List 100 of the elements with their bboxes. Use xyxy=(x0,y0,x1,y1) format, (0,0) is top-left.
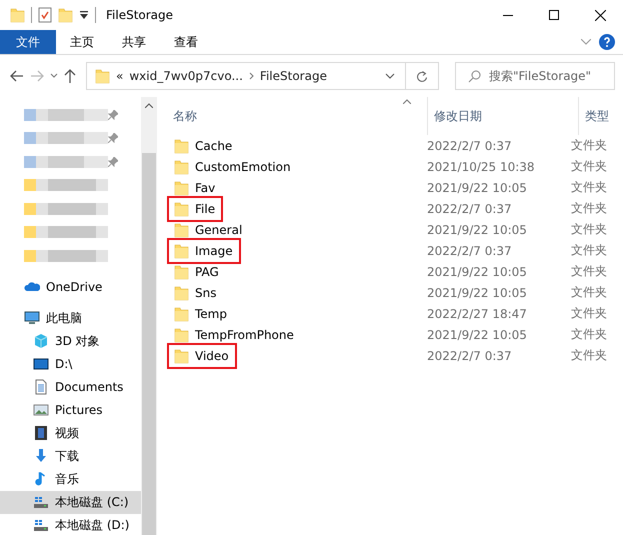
computer-icon xyxy=(24,310,40,326)
sidebar-label: 音乐 xyxy=(55,470,79,488)
scroll-up-icon[interactable] xyxy=(145,103,153,108)
sidebar-item[interactable]: 本地磁盘 (C:) xyxy=(0,490,141,514)
date-cell-text: 2021/9/22 10:05 xyxy=(427,222,528,236)
ribbon-tab[interactable]: 共享 xyxy=(108,30,160,54)
sidebar-item[interactable]: Documents xyxy=(0,376,141,399)
date-cell-text: 2022/2/7 0:37 xyxy=(427,138,513,152)
blurred-item[interactable] xyxy=(24,179,108,192)
file-name[interactable]: Cache xyxy=(195,138,232,152)
help-icon[interactable] xyxy=(599,34,615,50)
date-cell-text: 2021/9/22 10:05 xyxy=(427,328,528,342)
blurred-item[interactable] xyxy=(24,156,108,168)
type-cell: 文件夹 xyxy=(571,179,607,196)
column-header[interactable]: 修改日期 xyxy=(427,97,578,135)
type-cell: 文件夹 xyxy=(571,284,607,301)
back-arrow-icon[interactable] xyxy=(10,70,24,82)
pin-icon xyxy=(108,110,118,120)
ribbon-tab[interactable]: 文件 xyxy=(0,30,56,54)
cube-icon xyxy=(33,333,49,350)
sidebar-label: D:\ xyxy=(55,357,72,372)
breadcrumb-chevron-icon[interactable] xyxy=(248,72,254,80)
sidebar-label: 下载 xyxy=(55,448,79,465)
date-cell-text: 2021/9/22 10:05 xyxy=(427,180,528,194)
dropdown-icon[interactable] xyxy=(79,10,89,20)
type-cell: 文件夹 xyxy=(571,242,607,259)
close-icon xyxy=(594,10,606,20)
type-cell: 文件夹 xyxy=(571,263,607,280)
file-name[interactable]: PAG xyxy=(195,264,219,278)
column-header[interactable]: 名称 xyxy=(167,97,427,135)
folder-icon xyxy=(10,7,25,23)
type-cell: 文件夹 xyxy=(571,137,607,154)
sidebar-label: 本地磁盘 (D:) xyxy=(55,516,130,534)
file-name[interactable]: Temp xyxy=(195,306,227,320)
folder-icon xyxy=(174,348,189,364)
date-cell-text: 2021/9/22 10:05 xyxy=(427,286,528,300)
expand-chevron-icon[interactable] xyxy=(581,39,591,45)
type-cell: 文件夹 xyxy=(571,305,607,322)
column-header[interactable]: 类型 xyxy=(578,97,623,135)
sidebar-item[interactable]: OneDrive xyxy=(0,276,141,299)
forward-arrow-icon[interactable] xyxy=(30,70,44,82)
breadcrumb[interactable]: wxid_7wv0p7cvo... xyxy=(129,69,243,83)
folder-icon xyxy=(174,200,189,216)
pin-icon xyxy=(108,156,118,167)
scroll-thumb[interactable] xyxy=(142,153,156,535)
blurred-item[interactable] xyxy=(24,202,108,215)
folder-icon xyxy=(174,138,189,154)
sidebar-label: OneDrive xyxy=(46,280,102,294)
ribbon-tab[interactable]: 主页 xyxy=(56,30,108,54)
folder-icon xyxy=(174,264,189,280)
date-cell-text: 2022/2/7 0:37 xyxy=(427,348,513,362)
file-name[interactable]: Video xyxy=(195,348,229,362)
type-cell: 文件夹 xyxy=(571,347,607,364)
folder-icon xyxy=(95,68,110,84)
sidebar-item[interactable]: 下载 xyxy=(0,444,141,468)
sidebar-label: 本地磁盘 (C:) xyxy=(55,494,129,511)
checklist-icon[interactable] xyxy=(38,7,52,23)
scrollbar[interactable] xyxy=(141,97,157,535)
sort-caret-icon xyxy=(403,99,411,104)
drive-icon xyxy=(33,494,49,510)
sidebar-item[interactable]: 3D 对象 xyxy=(0,330,141,353)
file-name[interactable]: File xyxy=(195,202,216,216)
address-bar[interactable]: « wxid_7wv0p7cvo... FileStorage xyxy=(86,62,439,90)
picture-icon xyxy=(33,402,49,418)
down-arrow-icon xyxy=(33,448,49,464)
blurred-item[interactable] xyxy=(24,226,108,238)
recent-chevron-icon[interactable] xyxy=(50,73,58,79)
file-name[interactable]: Fav xyxy=(195,180,216,194)
sidebar-item[interactable]: 此电脑 xyxy=(0,306,141,330)
file-name[interactable]: Image xyxy=(195,244,233,258)
document-icon xyxy=(33,379,49,396)
search-icon xyxy=(468,70,481,82)
file-name[interactable]: General xyxy=(195,222,242,236)
date-cell-text: 2022/2/27 18:47 xyxy=(427,306,528,320)
date-cell-text: 2021/10/25 10:38 xyxy=(427,160,536,174)
search-field[interactable]: 搜索"FileStorage" xyxy=(455,62,615,90)
type-cell: 文件夹 xyxy=(571,326,607,343)
sidebar-label: Documents xyxy=(55,380,124,394)
blurred-item[interactable] xyxy=(24,250,108,262)
maximize-icon xyxy=(549,10,559,20)
breadcrumb[interactable]: FileStorage xyxy=(260,69,327,83)
overflow-chevron[interactable]: « xyxy=(116,69,124,83)
file-name[interactable]: TempFromPhone xyxy=(195,328,294,342)
type-cell: 文件夹 xyxy=(571,221,607,238)
window-title: FileStorage xyxy=(106,8,174,22)
file-name[interactable]: CustomEmotion xyxy=(195,160,291,174)
sidebar-item[interactable]: 视频 xyxy=(0,422,141,445)
sidebar-item[interactable]: D:\ xyxy=(0,352,141,376)
sidebar-item[interactable]: Pictures xyxy=(0,398,141,422)
sidebar-label: 此电脑 xyxy=(46,310,82,327)
up-arrow-icon[interactable] xyxy=(64,69,76,83)
blurred-item[interactable] xyxy=(24,108,108,121)
file-name[interactable]: Sns xyxy=(195,286,216,300)
ribbon-tab[interactable]: 查看 xyxy=(160,30,212,54)
date-cell-text: 2021/9/22 10:05 xyxy=(427,264,528,278)
sidebar-item[interactable]: 音乐 xyxy=(0,468,141,491)
blurred-item[interactable] xyxy=(24,132,108,144)
sidebar-label: Pictures xyxy=(55,403,103,418)
sidebar-item[interactable]: 本地磁盘 (D:) xyxy=(0,514,141,535)
type-cell: 文件夹 xyxy=(571,158,607,175)
